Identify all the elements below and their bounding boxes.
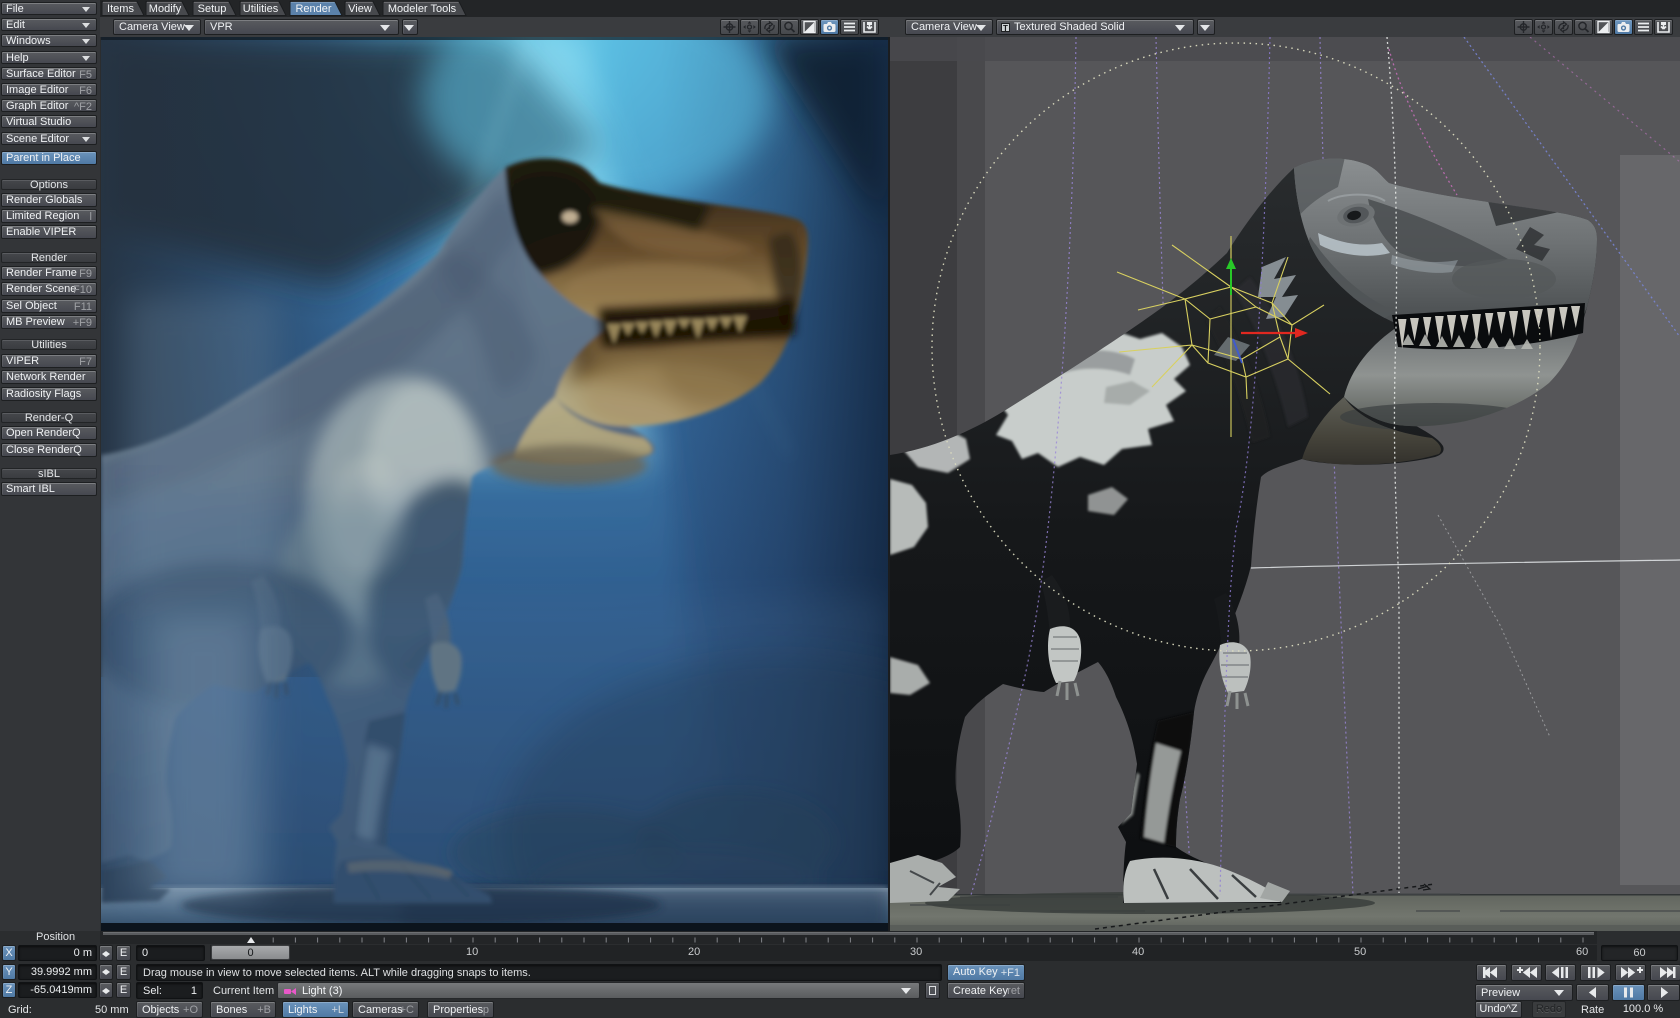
svg-text:Items: Items: [107, 3, 134, 15]
svg-text:Modify: Modify: [149, 3, 182, 15]
svg-text:Modeler Tools: Modeler Tools: [388, 3, 457, 15]
svg-text:Utilities: Utilities: [243, 3, 279, 15]
svg-text:View: View: [348, 3, 372, 15]
svg-text:Setup: Setup: [198, 3, 227, 15]
svg-text:Render: Render: [295, 3, 331, 15]
